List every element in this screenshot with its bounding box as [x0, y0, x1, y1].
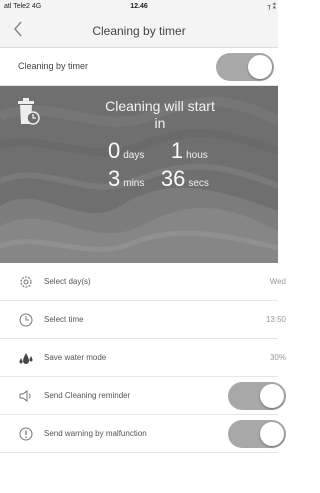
- speaker-icon: [19, 390, 31, 402]
- countdown-days-value: 0: [108, 138, 121, 163]
- select-time-row[interactable]: Select time 13:50: [0, 301, 286, 339]
- save-water-value: 30%: [269, 353, 286, 362]
- cleaning-timer-row: Cleaning by timer: [0, 48, 278, 86]
- malfunction-warning-toggle[interactable]: [228, 420, 286, 448]
- save-water-row[interactable]: Save water mode 30%: [0, 339, 286, 377]
- status-icons: ⁊ ⁑: [267, 4, 276, 11]
- countdown-heading: Cleaning will start in: [105, 98, 215, 131]
- countdown-hours-value: 1: [170, 138, 184, 163]
- water-drops-icon: [19, 353, 33, 364]
- gear-icon: [20, 276, 32, 288]
- cleaning-reminder-toggle[interactable]: [228, 382, 286, 410]
- countdown-hours-unit: hous: [186, 150, 208, 161]
- countdown-secs-value: 36: [160, 166, 186, 191]
- countdown-mins-unit: mins: [123, 178, 145, 189]
- countdown-days-unit: days: [123, 150, 145, 161]
- countdown-mins-value: 3: [108, 166, 121, 191]
- malfunction-warning-row: Send warning by malfunction: [0, 415, 286, 453]
- select-days-row[interactable]: Select day(s) Wed: [0, 263, 286, 301]
- cleaning-timer-toggle[interactable]: [216, 53, 274, 81]
- settings-list: Select day(s) Wed Select time 13:50 Save…: [0, 263, 286, 453]
- malfunction-warning-label: Send warning by malfunction: [44, 429, 147, 438]
- cleaning-reminder-row: Send Cleaning reminder: [0, 377, 286, 415]
- toggle-knob: [260, 384, 284, 408]
- select-time-value: 13:50: [265, 315, 286, 324]
- page-title: Cleaning by timer: [92, 24, 186, 38]
- countdown-days-hours: 0 days 1 hous: [108, 138, 212, 164]
- countdown-panel: Cleaning will start in 0 days 1 hous 3 mins…: [0, 86, 278, 263]
- countdown-secs-unit: secs: [188, 178, 209, 189]
- select-time-label: Select time: [44, 315, 84, 324]
- select-days-value: Wed: [269, 277, 286, 286]
- clock-icon: [19, 313, 33, 327]
- cleaning-reminder-label: Send Cleaning reminder: [44, 391, 131, 400]
- select-days-label: Select day(s): [44, 277, 91, 286]
- trash-timer-icon: [18, 98, 40, 125]
- save-water-label: Save water mode: [44, 353, 107, 362]
- status-bar: atl Tele2 4G 12.46 ⁊ ⁑: [0, 0, 278, 14]
- warning-icon: [19, 427, 33, 441]
- toggle-knob: [260, 422, 284, 446]
- toggle-knob: [248, 55, 272, 79]
- nav-bar: Cleaning by timer: [0, 14, 278, 48]
- status-time: 12.46: [130, 3, 148, 10]
- countdown-mins-secs: 3 mins 36 secs: [108, 166, 213, 192]
- cleaning-timer-label: Cleaning by timer: [18, 61, 89, 71]
